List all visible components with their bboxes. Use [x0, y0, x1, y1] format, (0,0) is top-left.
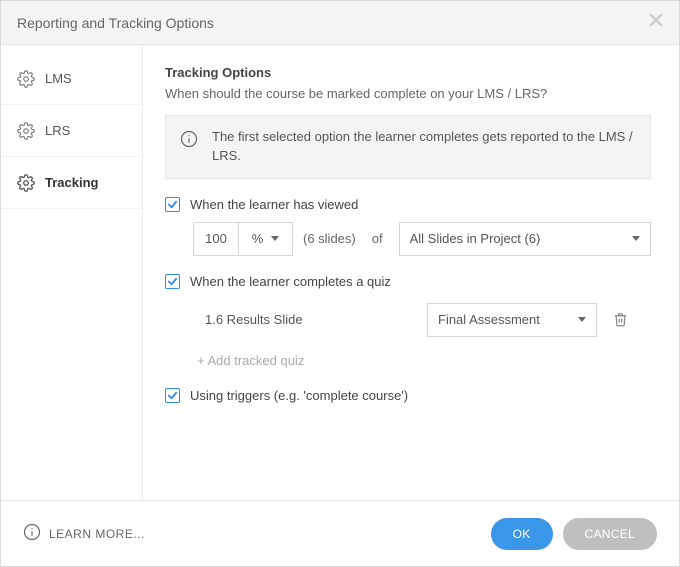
ok-label: OK — [513, 527, 531, 541]
viewed-percent-input[interactable]: 100 — [193, 222, 239, 256]
option-triggers-label: Using triggers (e.g. 'complete course') — [190, 388, 408, 403]
sidebar-item-lms[interactable]: LMS — [1, 53, 142, 105]
quiz-select-value: Final Assessment — [438, 312, 540, 327]
window-title: Reporting and Tracking Options — [17, 15, 214, 31]
add-quiz-label: + Add tracked quiz — [197, 353, 304, 368]
cancel-label: CANCEL — [585, 527, 635, 541]
learn-more-link[interactable]: LEARN MORE... — [23, 523, 145, 544]
dialog-window: Reporting and Tracking Options LMS LRS — [0, 0, 680, 567]
delete-quiz-button[interactable] — [611, 311, 629, 329]
option-quiz-label: When the learner completes a quiz — [190, 274, 391, 289]
close-icon — [650, 14, 662, 26]
viewed-scope-value: All Slides in Project (6) — [410, 231, 541, 246]
sidebar: LMS LRS Tracking — [1, 45, 143, 500]
trash-icon — [613, 312, 628, 327]
chevron-down-icon — [271, 236, 279, 241]
option-quiz-row: When the learner completes a quiz — [165, 274, 651, 289]
section-title: Tracking Options — [165, 65, 651, 80]
quiz-item-name: 1.6 Results Slide — [193, 312, 413, 327]
check-icon — [167, 199, 178, 210]
ok-button[interactable]: OK — [491, 518, 553, 550]
chevron-down-icon — [578, 317, 586, 322]
sidebar-item-label: LRS — [45, 123, 70, 138]
sidebar-item-lrs[interactable]: LRS — [1, 105, 142, 157]
viewed-scope-select[interactable]: All Slides in Project (6) — [399, 222, 651, 256]
checkbox-quiz[interactable] — [165, 274, 180, 289]
info-icon — [180, 130, 198, 148]
quiz-select[interactable]: Final Assessment — [427, 303, 597, 337]
close-button[interactable] — [647, 11, 665, 29]
info-icon — [23, 523, 41, 544]
learn-more-label: LEARN MORE... — [49, 527, 145, 541]
of-label: of — [372, 231, 383, 246]
viewed-unit-select[interactable]: % — [239, 222, 293, 256]
titlebar: Reporting and Tracking Options — [1, 1, 679, 45]
dialog-footer: LEARN MORE... OK CANCEL — [1, 500, 679, 566]
checkbox-triggers[interactable] — [165, 388, 180, 403]
dialog-body: LMS LRS Tracking Tracking Options When s… — [1, 45, 679, 500]
sidebar-item-label: Tracking — [45, 175, 98, 190]
check-icon — [167, 390, 178, 401]
gear-icon — [17, 174, 35, 192]
option-viewed-label: When the learner has viewed — [190, 197, 358, 212]
sidebar-item-label: LMS — [45, 71, 72, 86]
sidebar-item-tracking[interactable]: Tracking — [1, 157, 142, 209]
option-viewed-row: When the learner has viewed — [165, 197, 651, 212]
info-box: The first selected option the learner co… — [165, 115, 651, 179]
check-icon — [167, 276, 178, 287]
cancel-button[interactable]: CANCEL — [563, 518, 657, 550]
section-subtitle: When should the course be marked complet… — [165, 86, 651, 101]
checkbox-viewed[interactable] — [165, 197, 180, 212]
info-text: The first selected option the learner co… — [212, 128, 636, 166]
add-tracked-quiz-button[interactable]: + Add tracked quiz — [197, 353, 651, 368]
quiz-item-row: 1.6 Results Slide Final Assessment — [193, 303, 651, 337]
viewed-percent-value: 100 — [205, 231, 227, 246]
viewed-slides-hint: (6 slides) — [303, 231, 356, 246]
chevron-down-icon — [632, 236, 640, 241]
gear-icon — [17, 122, 35, 140]
gear-icon — [17, 70, 35, 88]
option-triggers-row: Using triggers (e.g. 'complete course') — [165, 388, 651, 403]
viewed-controls: 100 % (6 slides) of All Slides in Projec… — [193, 222, 651, 256]
main-panel: Tracking Options When should the course … — [143, 45, 679, 500]
viewed-unit-value: % — [252, 231, 264, 246]
